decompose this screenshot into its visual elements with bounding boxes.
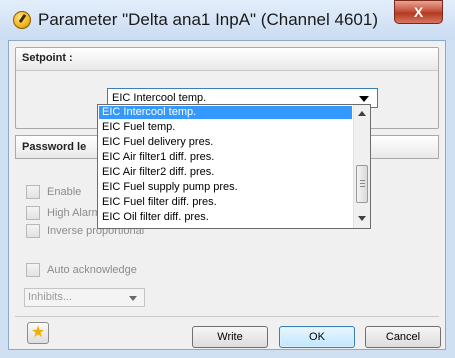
setpoint-label: Setpoint : xyxy=(22,52,73,64)
chevron-down-icon[interactable] xyxy=(359,96,369,102)
dropdown-option[interactable]: EIC Oil filter diff. pres. xyxy=(99,211,352,224)
enable-label: Enable xyxy=(47,186,82,198)
close-button[interactable]: X xyxy=(394,0,443,24)
enable-checkbox[interactable] xyxy=(26,185,40,199)
password-level-label: Password le xyxy=(22,141,87,153)
inverse-checkbox[interactable] xyxy=(26,224,40,238)
scroll-down-icon[interactable] xyxy=(358,216,366,221)
scroll-up-icon[interactable] xyxy=(358,111,366,116)
dropdown-option[interactable]: EIC Intercool temp. xyxy=(99,106,352,119)
ok-button[interactable]: OK xyxy=(279,326,355,348)
high-alarm-label: High Alarm xyxy=(47,207,101,219)
dropdown-option[interactable]: EIC Air filter1 diff. pres. xyxy=(99,151,352,164)
parameter-dialog: Parameter "Delta ana1 InpA" (Channel 460… xyxy=(0,0,455,358)
inhibits-select[interactable]: Inhibits... xyxy=(24,288,145,307)
dropdown-option[interactable]: EIC Fuel filter diff. pres. xyxy=(99,196,352,209)
setpoint-selected-value: EIC Intercool temp. xyxy=(112,92,207,104)
grip-line xyxy=(360,183,365,184)
setpoint-dropdown-list[interactable]: EIC Intercool temp. EIC Fuel temp. EIC F… xyxy=(97,104,371,229)
dropdown-option[interactable]: EIC Air filter2 diff. pres. xyxy=(99,166,352,179)
inhibits-value: Inhibits... xyxy=(28,291,73,303)
favorite-button[interactable]: ★ xyxy=(27,322,49,344)
star-icon: ★ xyxy=(30,324,46,341)
dropdown-scrollbar[interactable] xyxy=(353,105,370,228)
dropdown-option[interactable]: EIC Fuel delivery pres. xyxy=(99,136,352,149)
gauge-icon xyxy=(13,11,31,29)
button-bar: ★ Write OK Cancel xyxy=(15,316,441,348)
auto-acknowledge-checkbox[interactable] xyxy=(26,263,40,277)
grip-line xyxy=(360,180,365,181)
write-button[interactable]: Write xyxy=(192,326,268,348)
setpoint-header: Setpoint : xyxy=(16,48,438,71)
auto-acknowledge-label: Auto acknowledge xyxy=(47,264,137,276)
cancel-button[interactable]: Cancel xyxy=(365,326,441,348)
dropdown-option[interactable]: EIC Fuel temp. xyxy=(99,121,352,134)
title-bar[interactable]: Parameter "Delta ana1 InpA" (Channel 460… xyxy=(0,0,455,40)
grip-line xyxy=(360,186,365,187)
dropdown-option[interactable]: EIC Fuel supply pump pres. xyxy=(99,181,352,194)
window-title: Parameter "Delta ana1 InpA" (Channel 460… xyxy=(38,10,378,29)
high-alarm-checkbox[interactable] xyxy=(26,206,40,220)
scroll-thumb[interactable] xyxy=(356,165,368,203)
chevron-down-icon[interactable] xyxy=(129,296,137,301)
